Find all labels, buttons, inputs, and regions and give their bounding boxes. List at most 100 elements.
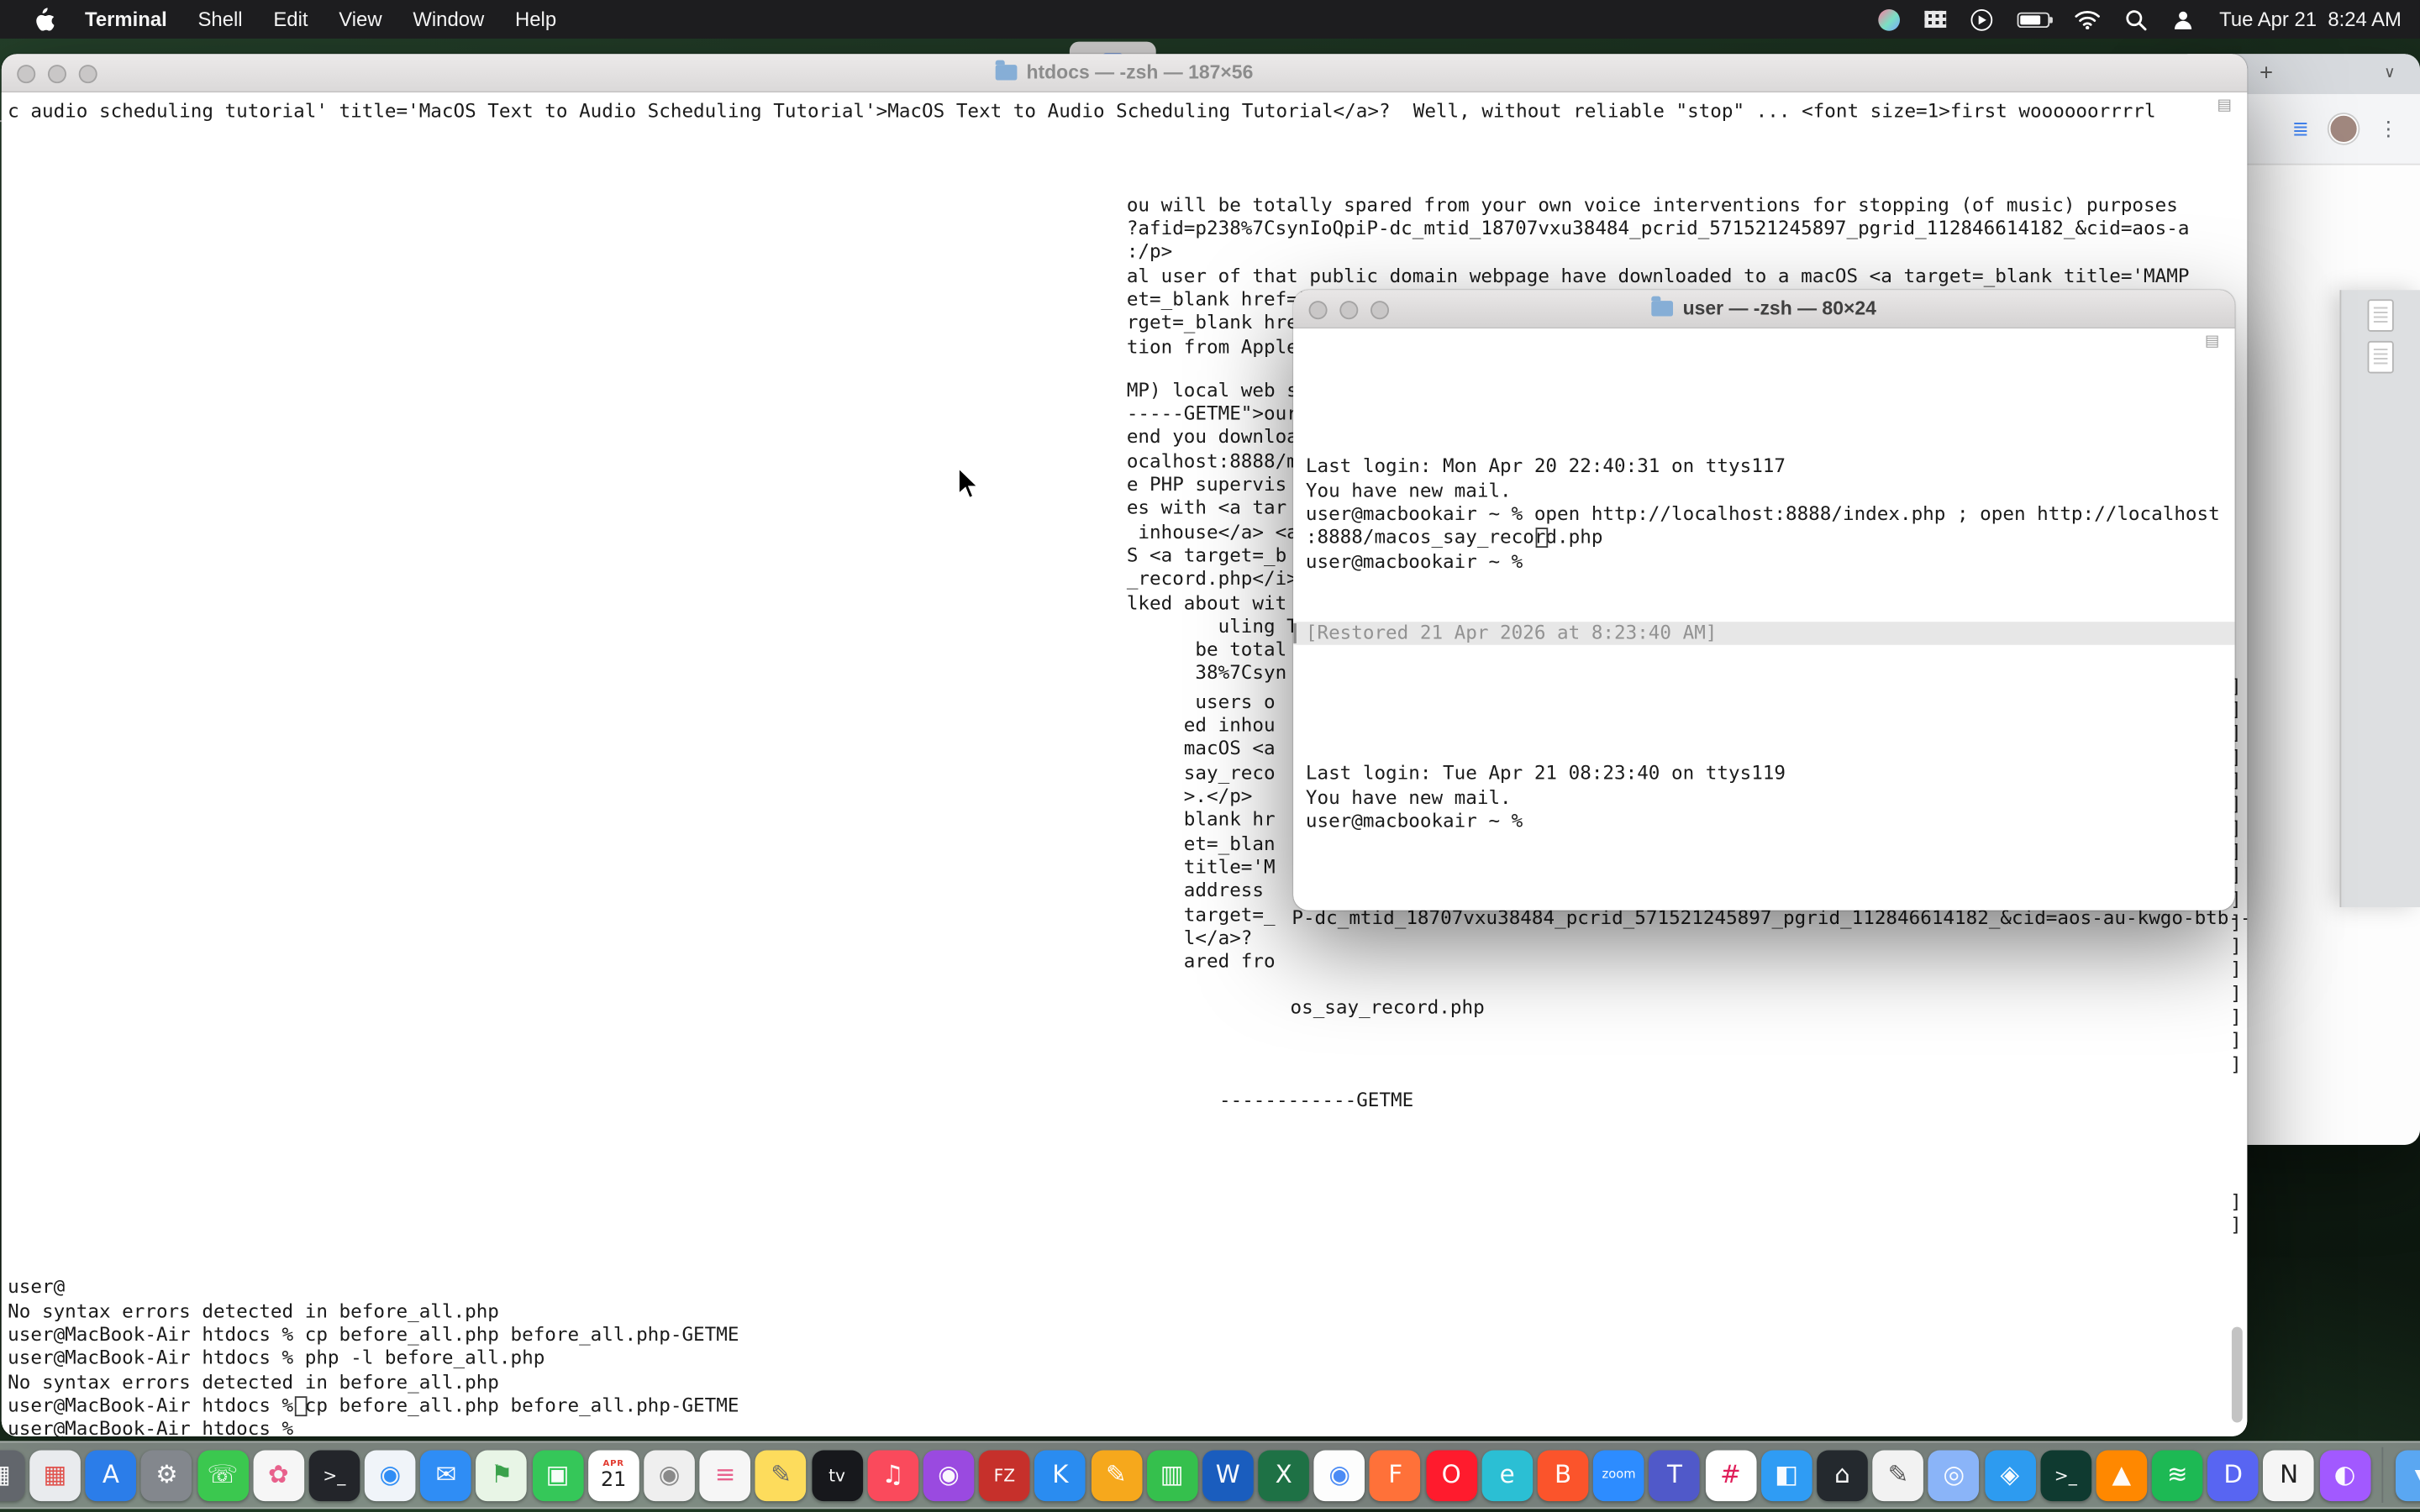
folder-proxy-icon	[996, 65, 1018, 80]
dock-icon-glyph: ⚙	[155, 1462, 177, 1487]
minimize-button[interactable]	[48, 64, 66, 82]
battery-icon[interactable]	[2018, 12, 2050, 27]
menu-item[interactable]: Window	[397, 8, 500, 31]
menu-item[interactable]: View	[324, 8, 397, 31]
terminal-line: os_say_record.php	[1291, 997, 1485, 1021]
dock-app-icon[interactable]: e	[1481, 1450, 1533, 1501]
dock-icon-glyph: e	[1500, 1462, 1515, 1487]
dock-app-icon[interactable]: ⚙	[141, 1450, 192, 1501]
now-playing-icon[interactable]	[1970, 8, 1992, 30]
terminal-line: Last login: Tue Apr 21 08:23:40 on ttys1…	[1306, 763, 2223, 786]
dock-app-icon[interactable]	[2382, 1447, 2384, 1503]
extensions-grid-icon[interactable]: ≣	[2292, 117, 2309, 141]
dock-app-icon[interactable]: ▥	[1147, 1450, 1198, 1501]
terminal-line: :/p>	[1127, 241, 2190, 265]
dock-app-icon[interactable]: ◐	[2319, 1450, 2370, 1501]
dock-app-icon[interactable]: O	[1426, 1450, 1477, 1501]
dock-icon-glyph: ✎	[771, 1462, 792, 1487]
dock-app-icon[interactable]: FZ	[979, 1450, 1030, 1501]
search-icon[interactable]	[2125, 8, 2147, 30]
dock-app-icon[interactable]: ≋	[2152, 1450, 2203, 1501]
dock-app-icon[interactable]: zoom	[1593, 1450, 1644, 1501]
dock-icon-glyph: O	[1442, 1462, 1461, 1487]
dock-icon-glyph: D	[2223, 1462, 2243, 1487]
dock-icon-glyph: ✿	[268, 1462, 289, 1487]
menu-item[interactable]: Help	[500, 8, 572, 31]
dock-app-icon[interactable]: ◧	[1761, 1450, 1812, 1501]
menu-item[interactable]: Edit	[258, 8, 324, 31]
dock-app-icon[interactable]: ◉	[923, 1450, 975, 1501]
terminal-lines: Last login: Tue Apr 21 08:23:40 on ttys1…	[1306, 692, 2223, 834]
dock-app-icon[interactable]: T	[1649, 1450, 1701, 1501]
minimize-button[interactable]	[1339, 300, 1358, 318]
dock-app-icon[interactable]: K	[1035, 1450, 1086, 1501]
dock-app-icon[interactable]: A	[86, 1450, 137, 1501]
dock-app-icon[interactable]: ▾	[2396, 1450, 2420, 1501]
dock-app-icon[interactable]: ◈	[1985, 1450, 2036, 1501]
keyboard-grid-icon[interactable]	[1924, 11, 1946, 28]
apple-menu[interactable]	[18, 8, 70, 31]
dock-app-icon[interactable]: B	[1538, 1450, 1589, 1501]
dock-app-icon[interactable]: ☏	[197, 1450, 249, 1501]
tab-overview-chevron-icon[interactable]: ∨	[2384, 65, 2395, 81]
scrollbar-thumb[interactable]	[2232, 1327, 2243, 1423]
dock-icon-glyph: ☏	[207, 1462, 238, 1487]
dock-app-icon[interactable]: N	[2264, 1450, 2315, 1501]
dock-app-icon[interactable]: ✉	[420, 1450, 471, 1501]
dock-app-icon[interactable]: ♫	[867, 1450, 918, 1501]
dock-app-icon[interactable]: ⌂	[1817, 1450, 1868, 1501]
profile-avatar[interactable]	[2329, 114, 2359, 144]
menu-item[interactable]: Shell	[182, 8, 258, 31]
dock-app-icon[interactable]: #	[1705, 1450, 1756, 1501]
dock-app-icon[interactable]: ✎	[1873, 1450, 1924, 1501]
dock-app-icon[interactable]: tv	[812, 1450, 863, 1501]
terminal-line: end you downloa	[1127, 427, 1310, 450]
dock-icon-glyph: ◈	[2001, 1462, 2020, 1487]
dock-app-icon[interactable]: >_	[309, 1450, 360, 1501]
user-titlebar[interactable]: user — -zsh — 80×24	[1293, 290, 2234, 328]
dock-app-icon[interactable]: ▣	[532, 1450, 583, 1501]
dock-app-icon[interactable]: ▦	[0, 1450, 24, 1501]
menu-bar-clock[interactable]: Tue Apr 21 8:24 AM	[2219, 8, 2402, 31]
close-button[interactable]	[1309, 300, 1328, 318]
dock-app-icon[interactable]: ◉	[644, 1450, 695, 1501]
dock-app-icon[interactable]: ◉	[1314, 1450, 1365, 1501]
terminal-line: user@	[8, 1277, 2234, 1300]
close-button[interactable]	[17, 64, 35, 82]
terminal-line: S <a target=_b	[1127, 544, 1310, 568]
dock-app-icon[interactable]: X	[1258, 1450, 1309, 1501]
dock-app-icon[interactable]: ⚑	[476, 1450, 528, 1501]
dock-icon-glyph: N	[2280, 1462, 2298, 1487]
logi-status-icon[interactable]	[1878, 8, 1900, 30]
dock-app-icon[interactable]: D	[2207, 1450, 2259, 1501]
terminal-line: say_reco	[1127, 762, 1276, 785]
document-icon	[2368, 299, 2394, 332]
zoom-button[interactable]	[79, 64, 97, 82]
dock-icon-glyph: T	[1667, 1462, 1682, 1487]
dock-app-icon[interactable]: ▦	[29, 1450, 81, 1501]
terminal-line: No syntax errors detected in before_all.…	[8, 1300, 2234, 1324]
dock-app-icon[interactable]: ✿	[253, 1450, 304, 1501]
dock-app-icon[interactable]: >_	[2040, 1450, 2091, 1501]
terminal-line: ]	[2230, 983, 2247, 1006]
dock-app-icon[interactable]: ◉	[365, 1450, 416, 1501]
active-app-menu[interactable]: Terminal	[70, 8, 182, 31]
dock-app-icon[interactable]: F	[1370, 1450, 1421, 1501]
dock-app-icon[interactable]: ≡	[700, 1450, 751, 1501]
new-tab-button[interactable]: +	[2260, 60, 2273, 87]
dock-app-icon[interactable]: APR 21	[588, 1450, 639, 1501]
dock-app-icon[interactable]: W	[1202, 1450, 1254, 1501]
dock-icon-glyph: ♫	[881, 1462, 903, 1487]
htdocs-titlebar[interactable]: htdocs — -zsh — 187×56	[2, 54, 2247, 92]
zoom-button[interactable]	[1370, 300, 1389, 318]
fast-user-switch-icon[interactable]	[2171, 8, 2195, 30]
dock-app-icon[interactable]: ✎	[1091, 1450, 1142, 1501]
dock-app-icon[interactable]: ▲	[2096, 1450, 2147, 1501]
dock-app-icon[interactable]: ✎	[755, 1450, 807, 1501]
dock-icon-glyph: ▦	[44, 1462, 67, 1487]
dock-app-icon[interactable]: ◎	[1928, 1450, 1980, 1501]
terminal-cursor	[295, 1396, 308, 1416]
wifi-icon[interactable]	[2074, 10, 2100, 29]
dock-icon-glyph: >_	[323, 1467, 345, 1483]
browser-menu-icon[interactable]: ⋮	[2378, 117, 2398, 141]
